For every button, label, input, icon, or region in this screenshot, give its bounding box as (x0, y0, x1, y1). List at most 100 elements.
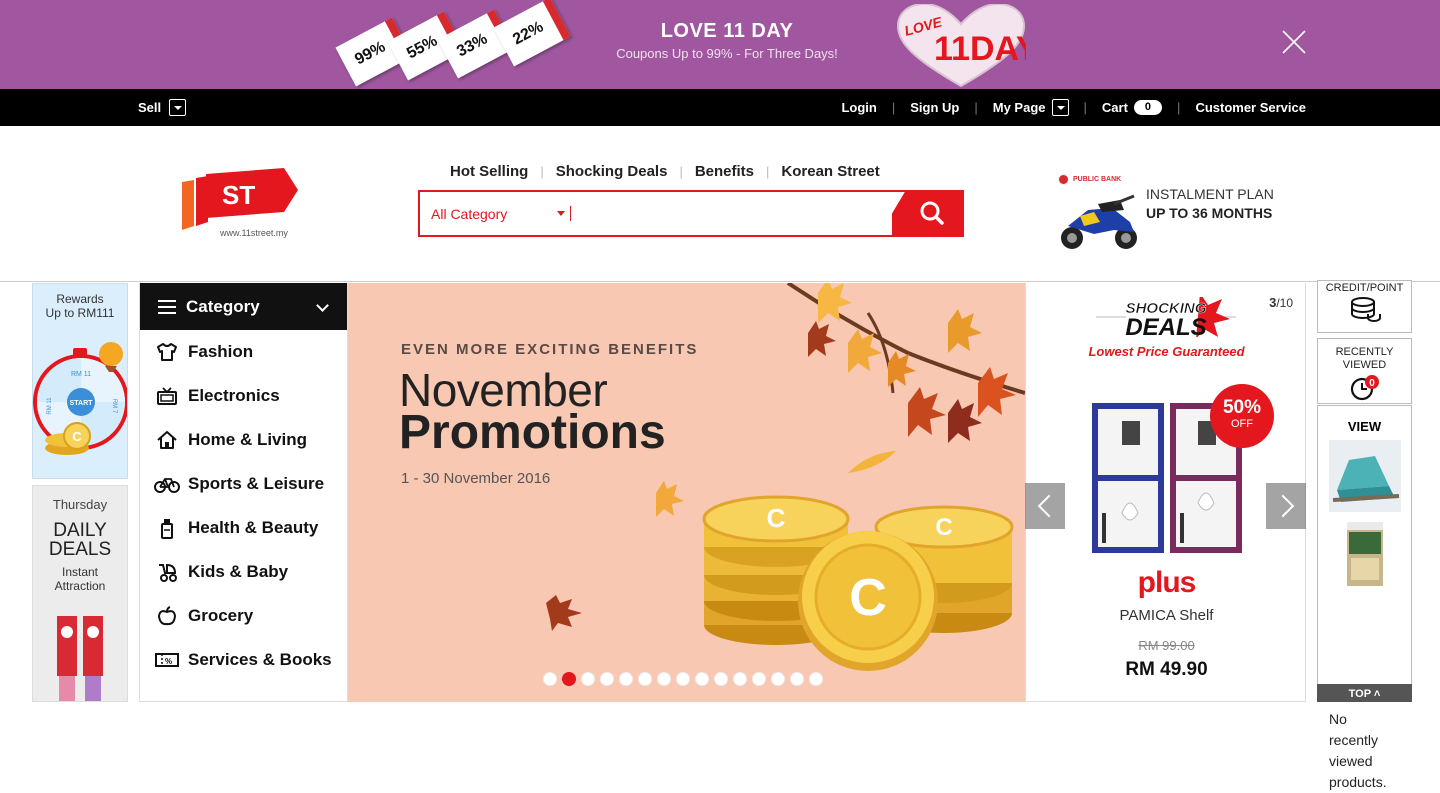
carousel-dot-2[interactable] (562, 672, 576, 686)
promo-subtitle: Coupons Up to 99% - For Three Days! (616, 46, 838, 61)
shocking-deals-panel[interactable]: 3/10 SHOCKING DEALS Lowest Price Guarant… (1025, 283, 1306, 702)
carousel-dot-11[interactable] (733, 672, 747, 686)
carousel-dot-12[interactable] (752, 672, 766, 686)
cart-count-badge: 0 (1133, 100, 1163, 115)
category-grocery[interactable]: Grocery (140, 594, 347, 638)
floor-chair-thumbnail[interactable] (1329, 440, 1401, 512)
view-panel: VIEW No recently viewed products. (1317, 405, 1412, 790)
tv-icon (154, 384, 180, 408)
svg-text:C: C (935, 514, 952, 541)
rewards-label: Rewards Up to RM111 (45, 292, 115, 320)
carousel-dot-3[interactable] (581, 672, 595, 686)
svg-text:RM 11: RM 11 (71, 371, 91, 378)
instalment-line1: INSTALMENT PLAN (1146, 186, 1274, 202)
hero-dates: 1 - 30 November 2016 (401, 470, 551, 487)
carousel-dot-13[interactable] (771, 672, 785, 686)
svg-text:www.11street.my: www.11street.my (219, 228, 288, 238)
hot-selling-link[interactable]: Hot Selling (450, 163, 528, 180)
search-button[interactable] (892, 190, 964, 237)
ticket-icon: % (154, 648, 180, 672)
utility-bar: Sell Login | Sign Up | My Page | Cart 0 … (0, 89, 1440, 126)
shocking-deals-logo: SHOCKING DEALS (1096, 297, 1236, 337)
right-sidebar: CREDIT/POINT RECENTLY VIEWED 0 VIEW No r… (1317, 280, 1412, 790)
carousel-dot-14[interactable] (790, 672, 804, 686)
product-name[interactable]: PAMICA Shelf (1026, 607, 1305, 624)
11street-logo[interactable]: ST www.11street.my (180, 168, 300, 240)
category-home-living[interactable]: Home & Living (140, 418, 347, 462)
category-header[interactable]: Category (140, 283, 347, 330)
category-sports-leisure[interactable]: Sports & Leisure (140, 462, 347, 506)
svg-text:0: 0 (1369, 378, 1375, 389)
carousel-dot-15[interactable] (809, 672, 823, 686)
carousel-dot-6[interactable] (638, 672, 652, 686)
category-services-books[interactable]: % Services & Books (140, 638, 347, 682)
korean-street-link[interactable]: Korean Street (781, 163, 879, 180)
coin-stack-icon (1350, 297, 1381, 322)
benefits-link[interactable]: Benefits (695, 163, 754, 180)
deals-prev-button[interactable] (1025, 483, 1065, 529)
search-category-label: All Category (431, 205, 508, 222)
category-title: Category (186, 296, 260, 316)
love-11-day-heart-logo: LOVE 11DAY (896, 4, 1026, 88)
promo-banner[interactable]: 99% 55% 33% 22% LOVE 11 DAY Coupons Up t… (0, 0, 1440, 89)
instalment-plan-ad[interactable]: PUBLIC BANK INSTALMENT PLAN UP TO 36 MON… (1054, 174, 1314, 252)
carousel-dot-7[interactable] (657, 672, 671, 686)
rewards-banner[interactable]: Rewards Up to RM111 START RM 11 RM 11 RM… (32, 283, 128, 479)
search-input[interactable] (570, 206, 892, 221)
back-to-top-button[interactable]: TOP ˄ (1317, 684, 1412, 702)
svg-text:RM 7: RM 7 (111, 399, 117, 414)
bicycle-icon (154, 472, 180, 496)
daily-deals-banner[interactable]: Thursday DAILY DEALS Instant Attraction (32, 485, 128, 702)
category-health-beauty[interactable]: Health & Beauty (140, 506, 347, 550)
hero-carousel[interactable]: EVEN MORE EXCITING BENEFITS November Pro… (348, 283, 1025, 702)
svg-text:START: START (70, 400, 94, 407)
account-links: Login | Sign Up | My Page | Cart 0 | Cus… (841, 99, 1306, 116)
view-title: VIEW (1347, 419, 1382, 434)
recently-viewed-button[interactable]: RECENTLY VIEWED 0 (1317, 338, 1412, 404)
carousel-dots (543, 672, 823, 686)
search-category-select[interactable]: All Category (420, 192, 570, 235)
chevron-down-icon (316, 299, 329, 312)
close-icon[interactable] (1280, 28, 1308, 56)
category-menu: Category Fashion Electronics Home & Livi… (139, 283, 348, 702)
original-price: RM 99.00 (1138, 638, 1195, 653)
customer-service-link[interactable]: Customer Service (1195, 100, 1306, 115)
shocking-deals-link[interactable]: Shocking Deals (556, 163, 668, 180)
sell-menu[interactable]: Sell (138, 99, 187, 116)
stroller-icon (154, 560, 180, 584)
carousel-dot-8[interactable] (676, 672, 690, 686)
cream-crackers-thumbnail[interactable] (1329, 518, 1401, 590)
my-page-menu[interactable]: My Page (993, 99, 1069, 116)
cart-link[interactable]: Cart 0 (1101, 100, 1163, 115)
credit-point-button[interactable]: CREDIT/POINT (1317, 280, 1412, 333)
no-recent-message: No recently viewed products. (1329, 711, 1387, 790)
my-page-label: My Page (992, 100, 1046, 115)
lotion-bottle-icon (154, 516, 180, 540)
svg-text:ST: ST (222, 180, 255, 210)
category-fashion[interactable]: Fashion (140, 330, 347, 374)
divider: | (891, 100, 896, 115)
carousel-dot-1[interactable] (543, 672, 557, 686)
cart-label: Cart (1101, 100, 1128, 115)
carousel-dot-10[interactable] (714, 672, 728, 686)
promo-title: LOVE 11 DAY (660, 20, 794, 42)
divider: | (1083, 100, 1087, 115)
login-link[interactable]: Login (841, 100, 876, 115)
divider: | (540, 164, 544, 179)
deals-pager: 3/10 (1269, 295, 1293, 310)
discount-badge: 50% OFF (1210, 384, 1274, 448)
svg-text:C: C (767, 503, 786, 533)
signup-link[interactable]: Sign Up (910, 100, 959, 115)
coupon-stack: 99% 55% 33% 22% (335, 0, 578, 87)
category-electronics[interactable]: Electronics (140, 374, 347, 418)
svg-text:%: % (165, 657, 172, 666)
daily-subtitle: Instant Attraction (54, 565, 106, 593)
motorcycle-image (1061, 194, 1137, 249)
carousel-dot-5[interactable] (619, 672, 633, 686)
carousel-dot-4[interactable] (600, 672, 614, 686)
deals-tagline: Lowest Price Guaranteed (1088, 344, 1245, 359)
category-kids-baby[interactable]: Kids & Baby (140, 550, 347, 594)
carousel-dot-9[interactable] (695, 672, 709, 686)
caret-down-icon (557, 211, 565, 216)
deals-next-button[interactable] (1266, 483, 1306, 529)
